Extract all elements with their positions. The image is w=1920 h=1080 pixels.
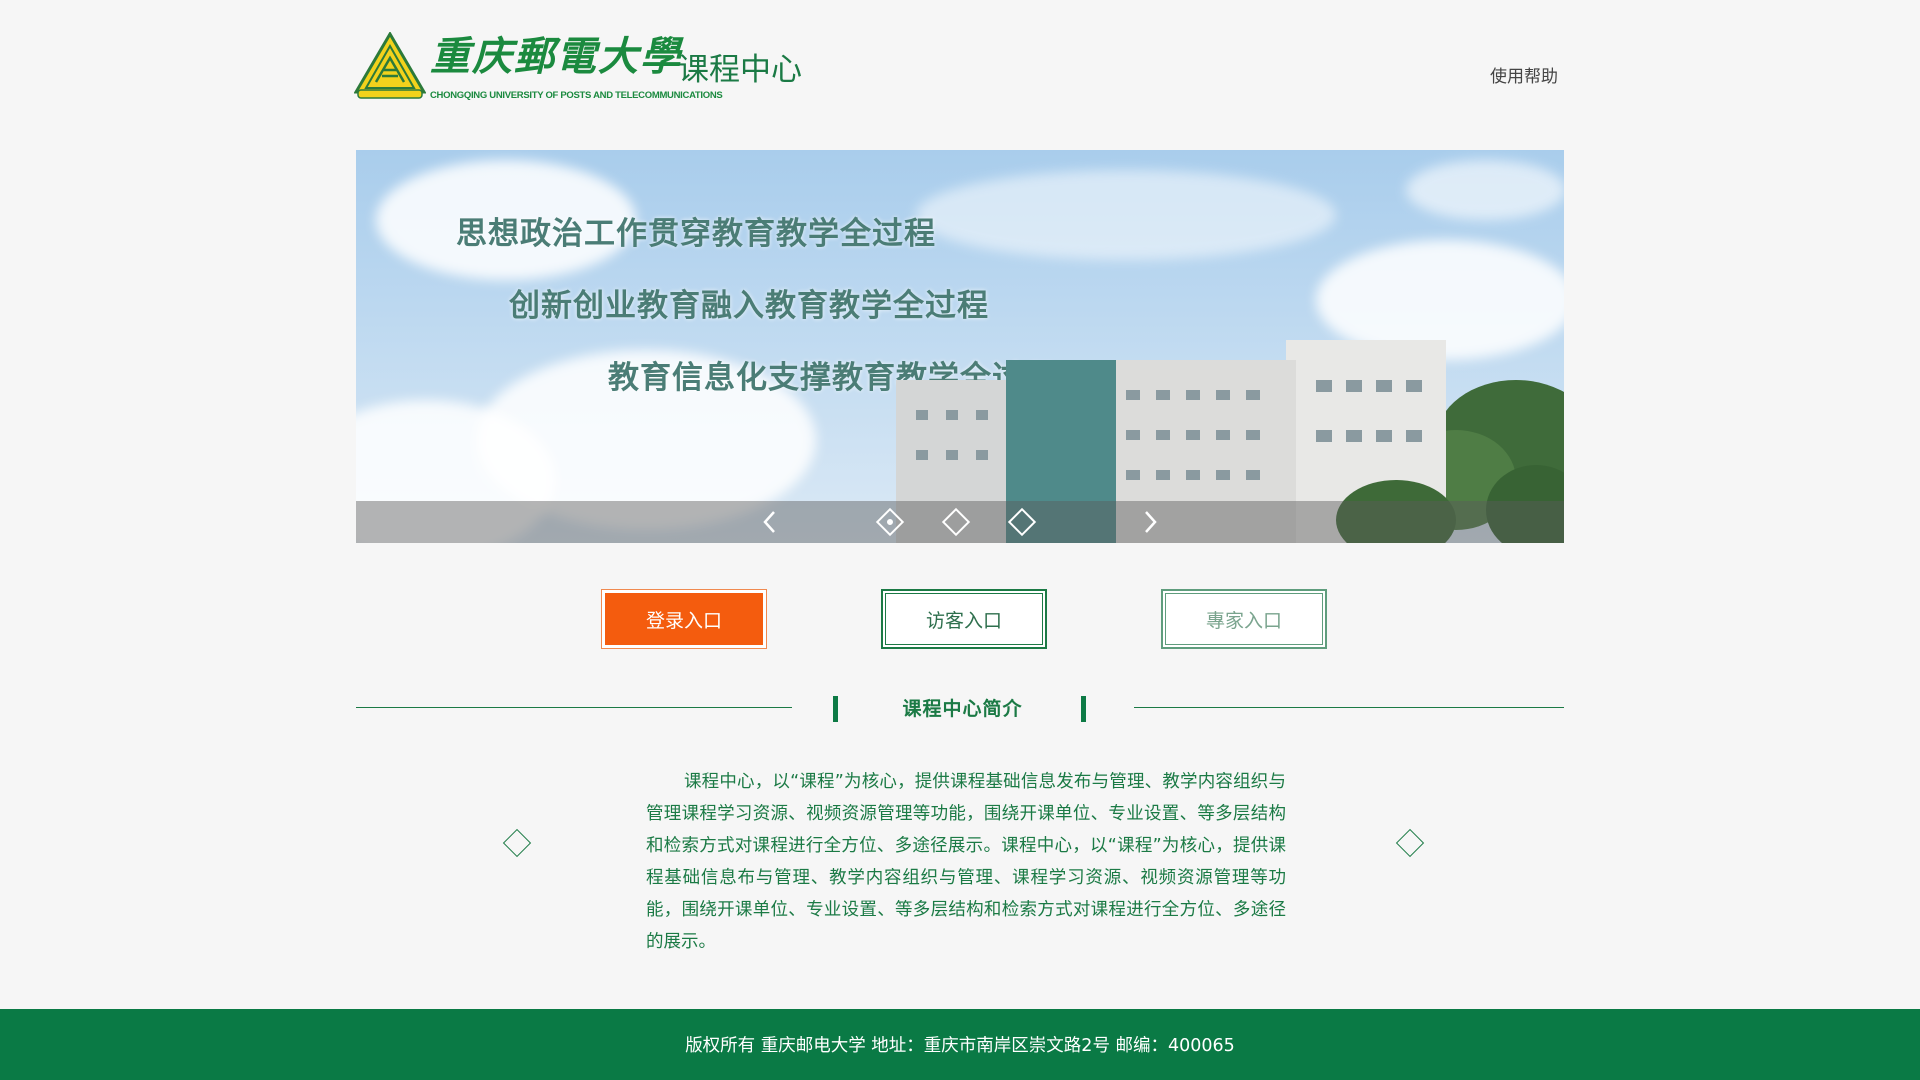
site-title: 课程中心 [678, 52, 802, 88]
university-emblem-icon[interactable] [353, 31, 427, 100]
page-footer: 版权所有 重庆邮电大学 地址：重庆市南岸区崇文路2号 邮编：400065 [0, 1009, 1920, 1080]
page-header: 重庆郵電大學 CHONGQING UNIVERSITY OF POSTS AND… [0, 0, 1920, 140]
guest-entry-button[interactable]: 访客入口 [881, 589, 1047, 649]
login-entry-button[interactable]: 登录入口 [601, 589, 767, 649]
carousel-next-arrow-icon[interactable] [1136, 509, 1162, 535]
expert-entry-button[interactable]: 專家入口 [1161, 589, 1327, 649]
banner-carousel[interactable]: 思想政治工作贯穿教育教学全过程 创新创业教育融入教育教学全过程 教育信息化支撑教… [356, 150, 1564, 543]
intro-paragraph: 课程中心，以“课程”为核心，提供课程基础信息发布与管理、教学内容组织与管理课程学… [646, 772, 1286, 952]
section-divider-left [356, 707, 792, 708]
section-title: 课程中心简介 [902, 698, 1023, 720]
section-divider-right [1134, 707, 1564, 708]
help-link[interactable]: 使用帮助 [1490, 62, 1558, 87]
university-logo[interactable]: 重庆郵電大學 CHONGQING UNIVERSITY OF POSTS AND… [430, 32, 723, 104]
footer-copyright: 版权所有 重庆邮电大学 地址：重庆市南岸区崇文路2号 邮编：400065 [685, 1036, 1235, 1056]
carousel-prev-arrow-icon[interactable] [758, 509, 784, 535]
carousel-dot[interactable] [875, 507, 905, 537]
banner-slogan: 思想政治工作贯穿教育教学全过程 [456, 216, 936, 252]
carousel-controls [356, 501, 1564, 543]
section-bar-left [833, 696, 838, 722]
banner-slogan: 创新创业教育融入教育教学全过程 [509, 288, 989, 324]
logo-chinese-name: 重庆郵電大學 [430, 33, 682, 80]
diamond-decoration-icon [1395, 828, 1425, 858]
section-bar-right [1081, 696, 1086, 722]
diamond-decoration-icon [502, 828, 532, 858]
carousel-dot[interactable] [1007, 507, 1037, 537]
carousel-dot[interactable] [941, 507, 971, 537]
